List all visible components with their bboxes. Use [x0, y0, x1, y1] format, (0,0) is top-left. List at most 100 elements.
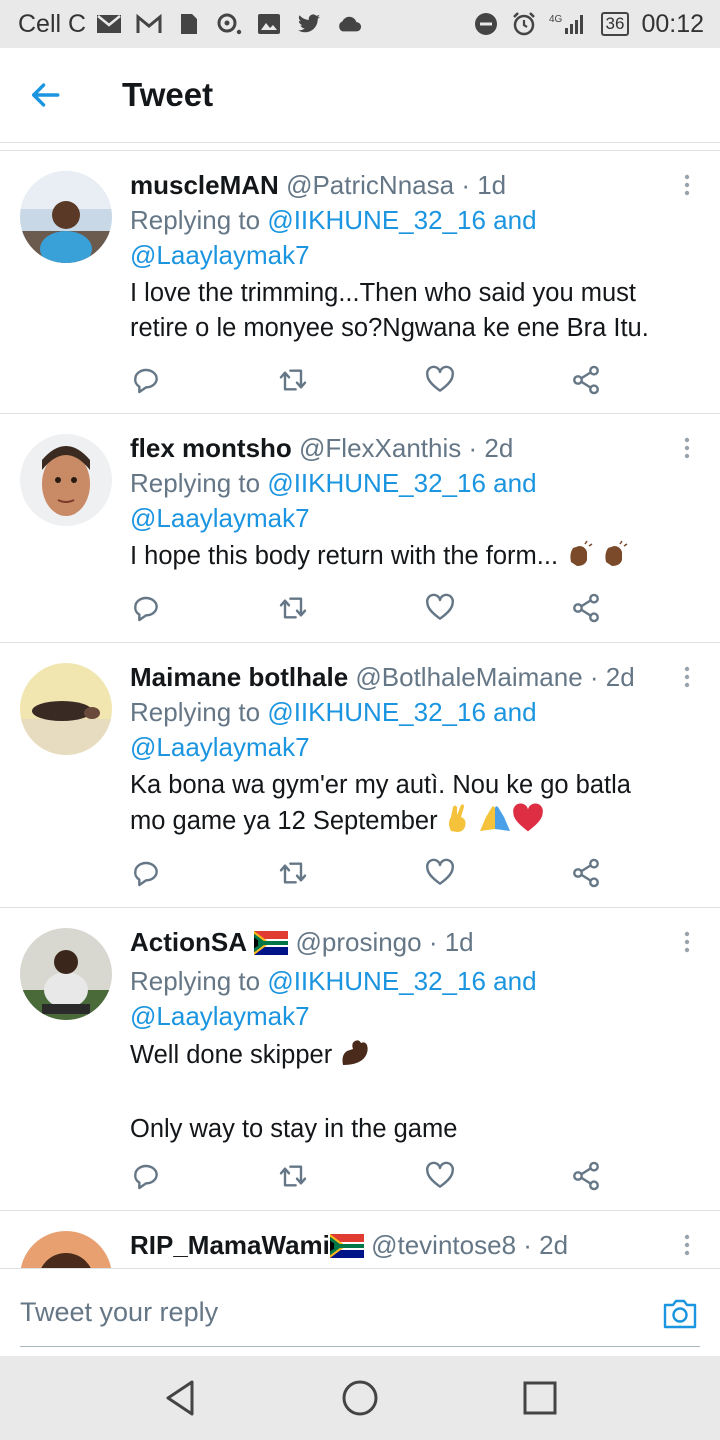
svg-text:4G: 4G	[549, 14, 563, 25]
tweet-author-name[interactable]: muscleMAN	[130, 170, 279, 200]
share-icon	[573, 858, 599, 888]
status-bar: Cell C 4G 36 00:12	[0, 0, 720, 48]
mention-link[interactable]: @IIKHUNE_32_16	[267, 697, 486, 727]
share-button[interactable]	[570, 364, 604, 398]
square-recents-icon	[523, 1381, 557, 1415]
avatar[interactable]	[20, 663, 112, 755]
arrow-left-icon	[31, 83, 60, 107]
more-options-button[interactable]	[680, 665, 694, 691]
mention-link[interactable]: @Laaylaymak7	[130, 1001, 310, 1031]
more-vertical-icon	[684, 666, 690, 688]
tweet-item[interactable]: Maimane botlhale @BotlhaleMaimane · 2d R…	[0, 643, 720, 908]
camera-button[interactable]	[662, 1297, 698, 1331]
tweet-author-name[interactable]: Maimane botlhale	[130, 662, 348, 692]
reply-button[interactable]	[130, 364, 164, 398]
mention-link[interactable]: @IIKHUNE_32_16	[267, 468, 486, 498]
like-button[interactable]	[424, 1160, 458, 1194]
tweet-actions	[130, 364, 610, 398]
circle-home-icon	[342, 1380, 378, 1416]
tweet-item[interactable]: RIP_MamaWami @tevintose8 · 2d	[0, 1211, 720, 1268]
more-options-button[interactable]	[680, 173, 694, 199]
reply-icon	[134, 596, 158, 622]
heart-icon	[426, 1161, 454, 1188]
tweet-text-line: Only way to stay in the game	[130, 1115, 458, 1143]
divider	[20, 1346, 700, 1347]
avatar[interactable]	[20, 1231, 112, 1268]
more-options-button[interactable]	[680, 1233, 694, 1259]
tweet-actions	[130, 592, 610, 626]
mention-link[interactable]: @IIKHUNE_32_16	[267, 205, 486, 235]
tweet-time: · 1d	[428, 927, 474, 957]
tweet-actions	[130, 1160, 610, 1194]
replying-to: Replying to @IIKHUNE_32_16 and @Laaylaym…	[130, 697, 537, 762]
red-heart-icon	[512, 803, 544, 843]
tweet-author-handle[interactable]: @prosingo	[295, 927, 421, 957]
twitter-icon	[296, 12, 322, 36]
tweet-author-name[interactable]: flex montsho	[130, 433, 292, 463]
tweet-item[interactable]: muscleMAN @PatricNnasa · 1d Replying to …	[0, 151, 720, 414]
share-icon	[573, 593, 599, 623]
nav-back-button[interactable]	[160, 1378, 200, 1418]
tweet-author-handle[interactable]: @FlexXanthis	[299, 433, 461, 463]
reply-button[interactable]	[130, 857, 164, 891]
avatar[interactable]	[20, 928, 112, 1020]
tweet-actions	[130, 857, 610, 891]
reply-icon	[134, 861, 158, 887]
camera-icon	[663, 1299, 697, 1329]
system-nav-bar	[0, 1356, 720, 1440]
share-button[interactable]	[570, 592, 604, 626]
more-options-button[interactable]	[680, 930, 694, 956]
triangle-back-icon	[166, 1380, 194, 1416]
alarm-icon	[511, 12, 537, 36]
app-bar: Tweet	[0, 48, 720, 143]
retweet-button[interactable]	[276, 1160, 310, 1194]
battery-indicator: 36	[600, 12, 630, 36]
retweet-button[interactable]	[276, 592, 310, 626]
page-title: Tweet	[122, 76, 214, 113]
tweet-author-name[interactable]: ActionSA	[130, 927, 247, 957]
like-button[interactable]	[424, 364, 458, 398]
retweet-button[interactable]	[276, 364, 310, 398]
location-icon	[216, 12, 242, 36]
tweet-item[interactable]: ActionSA @prosingo · 1d Replying to @IIK…	[0, 908, 720, 1211]
share-icon	[573, 365, 599, 395]
reply-input[interactable]	[20, 1283, 620, 1341]
share-button[interactable]	[570, 1160, 604, 1194]
tweet-item[interactable]: flex montsho @FlexXanthis · 2d Replying …	[0, 414, 720, 643]
mention-link[interactable]: @Laaylaymak7	[130, 240, 310, 270]
share-button[interactable]	[570, 857, 604, 891]
retweet-icon	[279, 1165, 307, 1187]
retweet-button[interactable]	[276, 857, 310, 891]
mention-link[interactable]: @Laaylaymak7	[130, 732, 310, 762]
reply-icon	[134, 368, 158, 394]
avatar[interactable]	[20, 434, 112, 526]
avatar[interactable]	[20, 171, 112, 263]
back-button[interactable]	[28, 78, 68, 112]
nav-recents-button[interactable]	[520, 1378, 560, 1418]
more-options-button[interactable]	[680, 436, 694, 462]
heart-icon	[426, 365, 454, 392]
crossed-fingers-icon	[445, 803, 471, 843]
replying-to: Replying to @IIKHUNE_32_16 and @Laaylaym…	[130, 205, 537, 270]
replying-to: Replying to @IIKHUNE_32_16 and @Laaylaym…	[130, 966, 537, 1031]
share-icon	[573, 1161, 599, 1191]
like-button[interactable]	[424, 592, 458, 626]
tweet-text: Ka bona wa gym'er my autì. Nou ke go bat…	[130, 768, 670, 843]
reply-button[interactable]	[130, 592, 164, 626]
carrier-label: Cell C	[18, 9, 87, 38]
like-button[interactable]	[424, 857, 458, 891]
cloud-icon	[336, 12, 362, 36]
tweet-author-handle[interactable]: @BotlhaleMaimane	[355, 662, 582, 692]
reply-button[interactable]	[130, 1160, 164, 1194]
heart-icon	[426, 593, 454, 620]
heart-icon	[426, 858, 454, 885]
mention-link[interactable]: @Laaylaymak7	[130, 503, 310, 533]
tweet-author-name[interactable]: RIP_MamaWami	[130, 1230, 330, 1260]
mention-link[interactable]: @IIKHUNE_32_16	[267, 966, 486, 996]
tweet-text: I hope this body return with the form...	[130, 539, 670, 578]
tweet-author-handle[interactable]: @PatricNnasa	[286, 170, 454, 200]
tweet-author-handle[interactable]: @tevintose8	[371, 1230, 516, 1260]
replying-to: Replying to @IIKHUNE_32_16 and @Laaylaym…	[130, 468, 537, 533]
nav-home-button[interactable]	[340, 1378, 380, 1418]
tweet-time: · 2d	[468, 433, 514, 463]
